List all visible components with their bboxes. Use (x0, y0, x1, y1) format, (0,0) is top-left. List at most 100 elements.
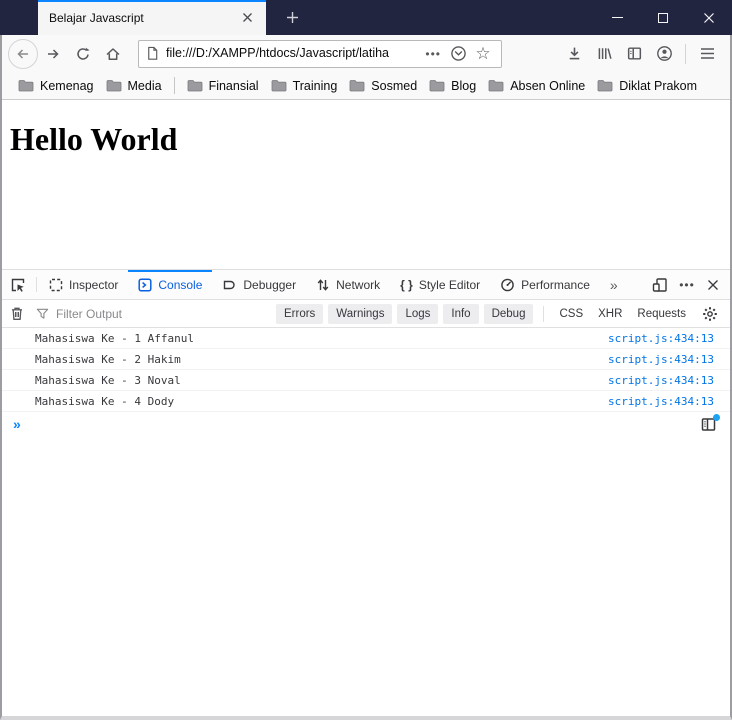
bookmark-folder-sosmed[interactable]: Sosmed (343, 76, 423, 96)
home-icon (106, 47, 120, 60)
tab-console[interactable]: Console (128, 270, 213, 299)
tab-label: Console (158, 277, 203, 292)
tab-network[interactable]: Network (306, 270, 390, 299)
tab-label: Debugger (243, 277, 297, 292)
console-settings-button[interactable] (696, 301, 724, 327)
tab-strip-spacer (0, 0, 38, 35)
bookmark-label: Training (292, 78, 338, 93)
home-button[interactable] (98, 39, 128, 69)
braces-icon: { } (400, 277, 413, 292)
filter-debug-button[interactable]: Debug (483, 303, 534, 324)
funnel-icon (36, 308, 49, 319)
forward-button[interactable] (38, 39, 68, 69)
bookmark-folder-finansial[interactable]: Finansial (181, 76, 265, 96)
bookmark-label: Media (127, 78, 162, 93)
close-icon (704, 12, 714, 23)
folder-icon (18, 80, 34, 92)
bookmark-folder-media[interactable]: Media (100, 76, 168, 96)
account-button[interactable] (649, 39, 679, 69)
url-bar[interactable]: file:///D:/XAMPP/htdocs/Javascript/latih… (138, 39, 502, 68)
library-button[interactable] (589, 39, 619, 69)
filter-output-input[interactable] (55, 306, 276, 321)
pocket-button[interactable] (445, 42, 471, 66)
console-message-text: Mahasiswa Ke - 3 Noval (35, 373, 181, 387)
bookmark-folder-kemenag[interactable]: Kemenag (12, 76, 100, 96)
sidebar-toggle-button[interactable] (619, 39, 649, 69)
maximize-button[interactable] (640, 0, 686, 35)
filter-css-button[interactable]: CSS (554, 304, 588, 324)
folder-icon (488, 80, 504, 92)
devtools-separator (36, 277, 37, 292)
console-filterbar: Errors Warnings Logs Info Debug CSS XHR … (2, 300, 730, 328)
bookmark-folder-diklat-prakom[interactable]: Diklat Prakom (591, 76, 703, 96)
page-content: Hello World (2, 100, 730, 269)
console-source-link[interactable]: script.js:434:13 (608, 353, 714, 366)
filter-logs-button[interactable]: Logs (397, 303, 439, 324)
close-devtools-button[interactable] (700, 272, 726, 298)
filter-requests-button[interactable]: Requests (632, 304, 691, 324)
filter-warnings-button[interactable]: Warnings (328, 303, 393, 324)
filter-errors-button[interactable]: Errors (275, 303, 324, 324)
close-icon (708, 279, 718, 290)
console-source-link[interactable]: script.js:434:13 (608, 332, 714, 345)
tab-title: Belajar Javascript (49, 10, 144, 25)
pick-element-button[interactable] (2, 270, 34, 299)
console-message-row: Mahasiswa Ke - 3 Noval script.js:434:13 (2, 370, 730, 391)
folder-icon (106, 80, 121, 92)
pick-element-icon (11, 278, 25, 292)
folder-icon (597, 80, 613, 92)
reload-button[interactable] (68, 39, 98, 69)
page-actions-button[interactable]: ••• (421, 47, 445, 61)
console-output: Mahasiswa Ke - 1 Affanul script.js:434:1… (2, 328, 730, 412)
pocket-icon (450, 46, 466, 61)
back-arrow-icon (17, 48, 28, 59)
tab-style-editor[interactable]: { } Style Editor (390, 270, 490, 299)
filter-input-container (36, 306, 276, 321)
bookmark-star-button[interactable]: ☆ (471, 42, 495, 66)
filter-xhr-button[interactable]: XHR (593, 304, 627, 324)
bookmark-label: Finansial (208, 78, 259, 93)
tab-close-button[interactable] (236, 7, 258, 29)
console-message-text: Mahasiswa Ke - 1 Affanul (35, 331, 194, 345)
menu-button[interactable] (692, 39, 722, 69)
devtools-menu-button[interactable]: ••• (674, 272, 700, 298)
console-message-row: Mahasiswa Ke - 4 Dody script.js:434:13 (2, 391, 730, 412)
responsive-design-button[interactable] (646, 272, 674, 298)
clear-console-button[interactable] (8, 302, 25, 326)
back-button[interactable] (8, 38, 38, 69)
tab-label: Network (336, 277, 381, 292)
console-icon (138, 277, 152, 292)
bookmark-label: Absen Online (510, 78, 586, 93)
console-message-text: Mahasiswa Ke - 4 Dody (35, 394, 175, 408)
console-source-link[interactable]: script.js:434:13 (608, 374, 714, 387)
tab-performance[interactable]: Performance (490, 270, 600, 299)
console-source-link[interactable]: script.js:434:13 (608, 395, 714, 408)
console-sidebar-toggle-button[interactable] (698, 414, 720, 434)
bookmark-folder-training[interactable]: Training (265, 76, 344, 96)
minimize-button[interactable] (594, 0, 640, 35)
library-icon (598, 48, 612, 60)
debugger-icon (224, 280, 236, 289)
reload-icon (77, 47, 90, 60)
filter-info-button[interactable]: Info (443, 303, 479, 324)
filter-buttons: Errors Warnings Logs Info Debug CSS XHR … (275, 301, 724, 327)
bookmark-label: Blog (451, 78, 477, 93)
tab-inspector[interactable]: Inspector (39, 270, 128, 299)
downloads-button[interactable] (559, 39, 589, 69)
notification-dot (713, 414, 720, 421)
bookmark-folder-blog[interactable]: Blog (423, 76, 482, 96)
close-window-button[interactable] (686, 0, 732, 35)
gear-icon (703, 306, 717, 321)
browser-tab[interactable]: Belajar Javascript (38, 0, 266, 35)
console-message-row: Mahasiswa Ke - 2 Hakim script.js:434:13 (2, 349, 730, 370)
folder-icon (349, 80, 365, 92)
tab-debugger[interactable]: Debugger (212, 270, 306, 299)
bookmark-folder-absen-online[interactable]: Absen Online (482, 76, 591, 96)
new-tab-button[interactable] (276, 0, 308, 35)
console-input-row[interactable]: » (2, 412, 730, 436)
console-prompt-icon: » (13, 416, 21, 432)
bookmarks-bar: Kemenag Media Finansial Training Sosmed (2, 72, 730, 100)
more-tabs-button[interactable]: » (600, 270, 628, 299)
chrome-body: file:///D:/XAMPP/htdocs/Javascript/latih… (0, 35, 732, 720)
folder-icon (187, 80, 202, 92)
